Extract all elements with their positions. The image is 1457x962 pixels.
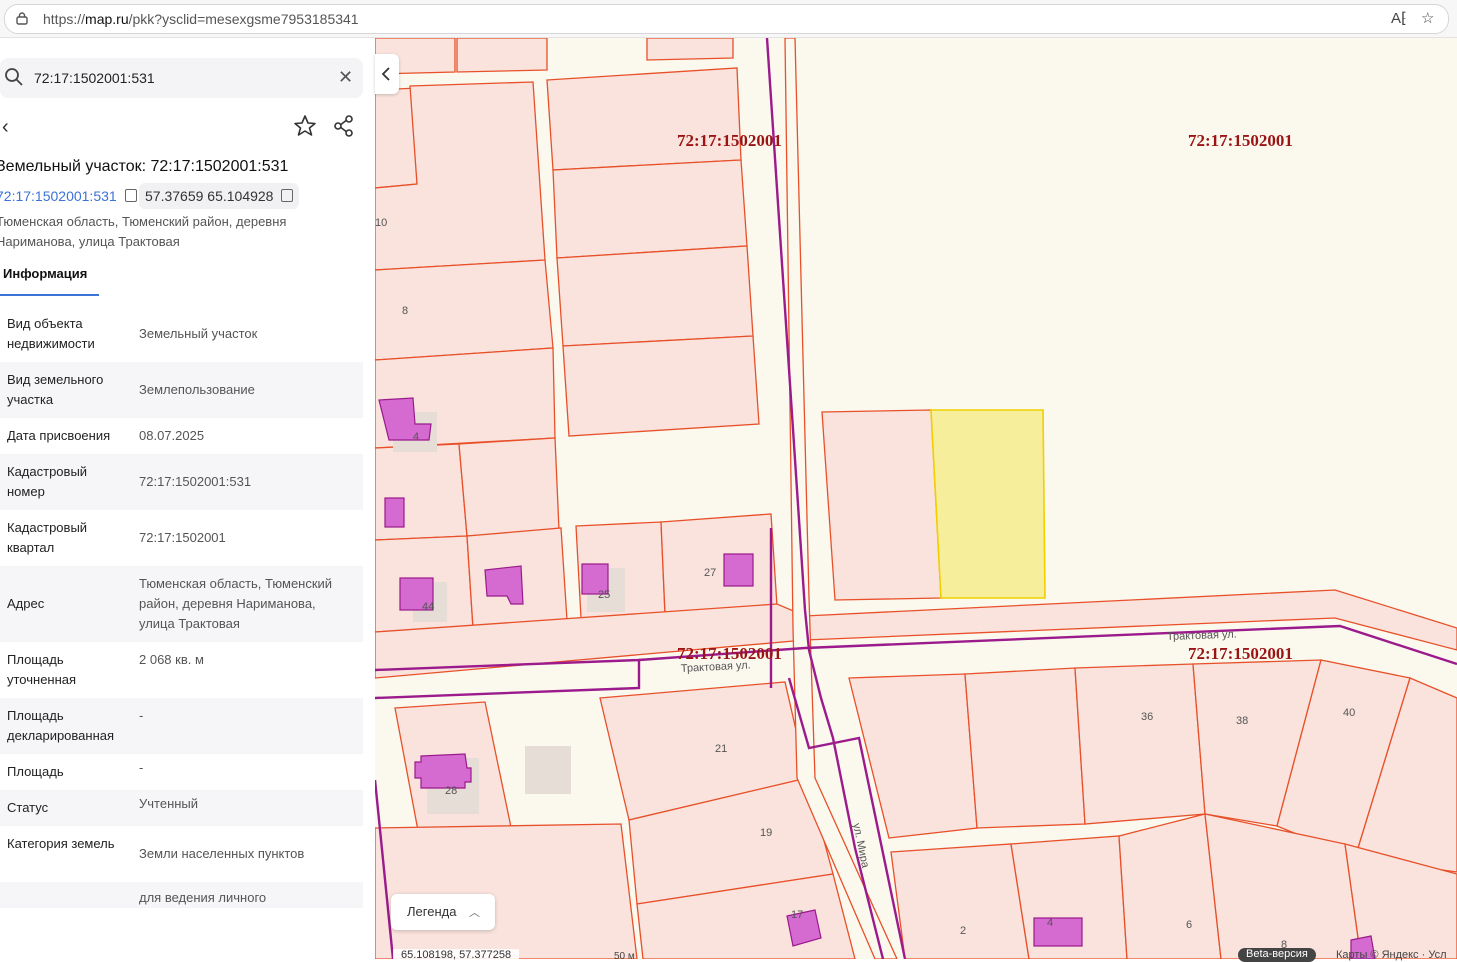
plot-number: 4 [1047,917,1053,929]
plot-number: 6 [1186,919,1192,931]
table-row: Адрес Тюменская область, Тюменский район,… [0,566,363,642]
building[interactable] [414,753,472,789]
building[interactable] [1033,917,1083,947]
building[interactable] [384,497,405,528]
parcel[interactable] [546,67,742,171]
plot-number: 40 [1343,707,1355,719]
info-panel: 72:17:1502001:531 ✕ ‹ Земельный участок:… [0,38,375,959]
table-row: Статус Учтенный [0,790,363,826]
plot-number: 44 [422,601,434,613]
parcel[interactable] [660,513,778,615]
building [525,746,571,794]
cadastral-map[interactable]: 72:17:1502001 72:17:1502001 72:17:150200… [375,38,1457,959]
tab-information[interactable]: Информация [0,264,99,296]
plot-number: 19 [760,827,772,839]
cadastral-link[interactable]: 72:17:1502001:531 [0,188,137,204]
street-label: Трактовая ул. [681,659,751,675]
legend-button[interactable]: Легенда ︿ [391,894,495,930]
parcel[interactable] [1074,663,1206,825]
info-table: Вид объекта недвижимости Земельный участо… [0,306,363,908]
plot-number: 17 [791,909,803,921]
quarter-label: 72:17:1502001 [677,131,782,150]
map-scale: 50 м [614,951,635,962]
table-row: Вид объекта недвижимости Земельный участо… [7,316,258,351]
parcel[interactable] [456,38,548,73]
table-row: Категория земель Земли населенных пунктов [7,836,305,861]
parcel[interactable] [848,673,978,839]
cursor-coordinates: 65.108198, 57.377258 [393,949,520,961]
quarter-label: 72:17:1502001 [1188,644,1293,663]
search-input[interactable]: 72:17:1502001:531 [34,70,155,86]
map-attribution[interactable]: Карты © Яндекс · Усл [1336,949,1447,961]
star-icon[interactable] [289,110,321,142]
map-canvas[interactable]: 72:17:1502001 72:17:1502001 72:17:150200… [375,38,1457,959]
beta-badge[interactable]: Beta-версия [1238,948,1316,962]
plot-number: 10 [375,217,387,229]
parcel[interactable] [556,245,754,347]
parcel[interactable] [964,667,1086,829]
plot-number: 36 [1141,711,1153,723]
address-bar[interactable]: https://map.ru/pkk?ysclid=mesexgsme79531… [4,4,1449,34]
quarter-label: 72:17:1502001 [1188,131,1293,150]
street-label: Трактовая ул. [1167,629,1237,643]
copy-icon[interactable] [124,189,137,202]
back-icon[interactable]: ‹ [2,116,9,139]
selected-parcel[interactable] [930,409,1046,599]
coords-chip[interactable]: 57.37659 65.104928 [139,183,300,209]
plot-number: 28 [445,785,457,797]
building[interactable] [723,553,754,587]
chevron-left-icon [381,67,390,81]
object-title: Земельный участок: 72:17:1502001:531 [0,158,289,175]
parcel[interactable] [375,823,638,959]
plot-number: 27 [704,567,716,579]
parcel[interactable] [646,38,734,61]
table-row: Кадастровый номер 72:17:1502001:531 [0,454,363,510]
parcel[interactable] [821,409,942,601]
plot-number: 4 [413,431,419,443]
browser-toolbar: https://map.ru/pkk?ysclid=mesexgsme79531… [0,0,1457,38]
plot-number: 2 [960,925,966,937]
plot-number: 38 [1236,715,1248,727]
table-row: Площадь декларированная - [0,698,363,754]
favorite-star-icon[interactable]: ☆ [1421,9,1434,27]
plot-number: 21 [715,743,727,755]
parcel[interactable] [458,437,560,537]
plot-number: 8 [402,305,408,317]
table-row: для ведения личного [0,882,363,908]
parcel[interactable] [552,159,748,259]
url-text: https://map.ru/pkk?ysclid=mesexgsme79531… [43,11,359,27]
clear-icon[interactable]: ✕ [338,67,353,88]
copy-icon[interactable] [281,189,294,202]
table-row: Площадь - [7,760,144,779]
table-row: Вид земельного участка Землепользование [0,362,363,418]
table-row: Кадастровый квартал 72:17:1502001 [7,520,226,555]
table-row: Дата присвоения 08.07.2025 [7,428,205,443]
parcel[interactable] [562,335,760,437]
parcel[interactable] [890,843,1030,959]
table-row: Площадь уточненная 2 068 кв. м [7,652,204,687]
share-icon[interactable] [328,110,360,142]
read-aloud-icon[interactable]: A⁅ [1391,9,1407,27]
search-box[interactable]: 72:17:1502001:531 ✕ [0,58,363,98]
plot-number: 25 [598,589,610,601]
chevron-up-icon: ︿ [469,907,480,919]
lock-icon [16,12,28,25]
search-icon [5,68,23,86]
collapse-panel-button[interactable] [375,54,399,94]
object-address: Тюменская область, Тюменский район, дере… [0,214,287,249]
parcel[interactable] [1118,813,1222,959]
